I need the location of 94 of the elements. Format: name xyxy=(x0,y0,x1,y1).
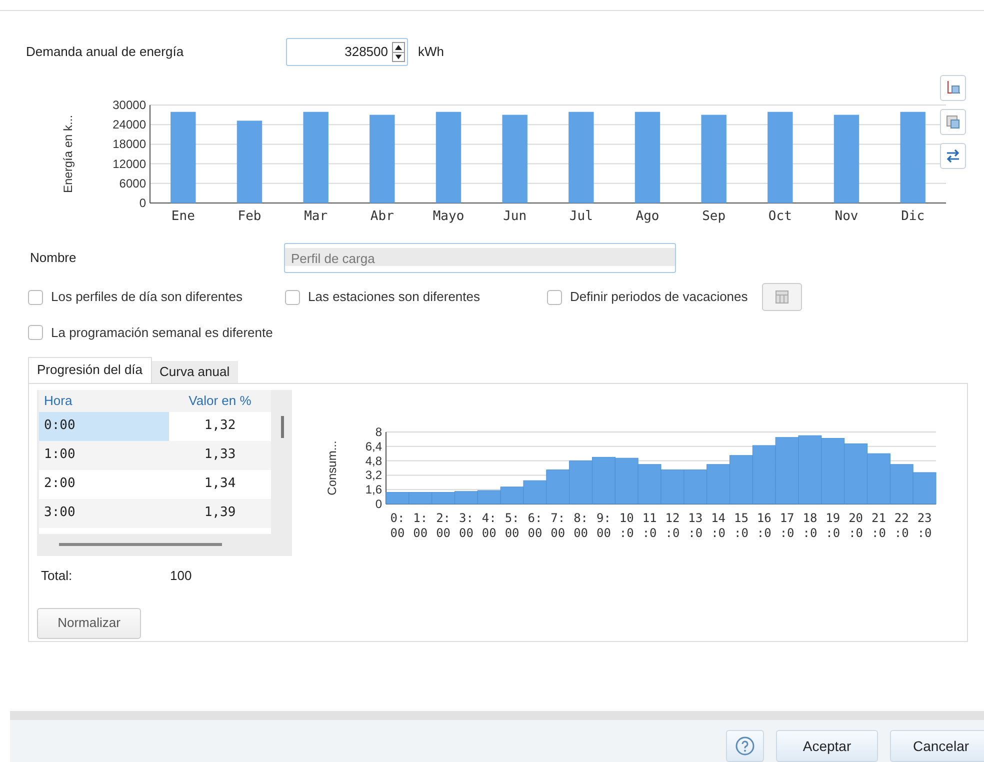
axis-label: Dic xyxy=(901,209,925,224)
axis-label: 9:00 xyxy=(596,510,611,540)
total-value: 100 xyxy=(170,566,192,585)
axis-label: 1:00 xyxy=(413,510,428,540)
tick-label: 8 xyxy=(375,424,382,438)
scrollbar-thumb[interactable] xyxy=(59,543,222,546)
axis-label: Ene xyxy=(171,209,195,224)
table-cell-text: 1,32 xyxy=(203,417,237,436)
help-icon xyxy=(735,736,755,756)
tick-label: 0 xyxy=(139,196,146,210)
tick-label: 6,4 xyxy=(365,438,382,453)
unit-label: kWh xyxy=(418,43,444,62)
dialog-button[interactable]: Aceptar xyxy=(776,730,878,762)
axis-label: Feb xyxy=(238,209,262,224)
swap-icon[interactable] xyxy=(940,143,966,169)
axis-label: Abr xyxy=(370,209,394,224)
axis-title: Consum... xyxy=(325,440,339,495)
axis-label: 17:0 xyxy=(780,510,794,540)
table-icon[interactable] xyxy=(940,109,966,135)
name-field[interactable]: Perfil de carga xyxy=(284,243,676,273)
axis-label: Jun xyxy=(503,209,527,224)
axis-label: 8:00 xyxy=(574,510,588,540)
tab[interactable]: Progresión del día xyxy=(28,356,152,382)
axis-label: 0:00 xyxy=(390,510,405,540)
down-arrow-icon[interactable] xyxy=(393,52,404,61)
tick-label: 6000 xyxy=(119,176,146,190)
table-cell-text: 1,34 xyxy=(203,475,237,494)
axis-label: 6:00 xyxy=(528,510,542,540)
tick-label: 18000 xyxy=(112,137,146,152)
axis-label: Mayo xyxy=(432,209,464,224)
scrollbar-thumb[interactable] xyxy=(281,416,284,438)
field-label: Nombre xyxy=(30,249,78,268)
axis-label: Jul xyxy=(569,209,593,224)
axis-label: Nov xyxy=(834,209,858,224)
tick-label: 30000 xyxy=(112,99,146,112)
normalize-button[interactable]: Normalizar xyxy=(37,608,141,638)
axis-label: 5:00 xyxy=(504,510,520,540)
axis-label: 7:00 xyxy=(550,510,566,540)
axis-label: 11:0 xyxy=(642,510,657,540)
tick-label: 3,2 xyxy=(365,468,382,482)
axis-label: 23:0 xyxy=(917,510,932,540)
tick-label: 1,6 xyxy=(365,482,382,496)
table-row[interactable]: 0:00 1,32 xyxy=(39,412,271,440)
axis-label: Oct xyxy=(768,209,792,224)
axis-label: 10:0 xyxy=(619,510,634,540)
table-cell: 0:00 xyxy=(39,412,169,440)
axis-label: Mar xyxy=(304,209,328,224)
axis-label: 4:00 xyxy=(482,510,496,540)
checkbox[interactable] xyxy=(28,325,43,340)
axis-label: 2:00 xyxy=(436,510,451,540)
table-cell-text: 1,33 xyxy=(203,446,237,464)
dialog-button[interactable]: Cancelar xyxy=(890,730,984,762)
axis-label: 20:0 xyxy=(848,510,864,540)
tick-label: 12000 xyxy=(112,156,146,171)
axis-label: Ago xyxy=(636,209,660,224)
tick-label: 0 xyxy=(375,496,382,510)
axis-label: 16:0 xyxy=(756,510,772,540)
tick-label: 24000 xyxy=(112,118,146,132)
axis-title: Energía en k... xyxy=(61,114,75,194)
calendar-button[interactable] xyxy=(762,283,802,311)
tick-label: 4,8 xyxy=(365,453,382,468)
axis-label: 15:0 xyxy=(734,510,748,540)
up-arrow-icon[interactable] xyxy=(393,43,404,52)
checkbox[interactable] xyxy=(547,290,562,304)
table-cell-text: 2:00 xyxy=(43,475,76,494)
table-cell-text: 1,39 xyxy=(203,504,237,522)
checkbox-label: Las estaciones son diferentes xyxy=(308,288,480,306)
axis-label: 18:0 xyxy=(802,510,818,540)
axis-chart-icon[interactable] xyxy=(940,75,966,101)
checkbox-label: Los perfiles de día son diferentes xyxy=(51,288,243,306)
axis-label: Sep xyxy=(702,209,726,224)
table-cell-text: 1:00 xyxy=(43,446,76,464)
calendar-icon xyxy=(774,290,789,304)
axis-label: 22:0 xyxy=(894,510,909,540)
axis-label: 19:0 xyxy=(826,510,840,540)
help-button[interactable] xyxy=(726,730,764,762)
checkbox[interactable] xyxy=(28,290,43,304)
total-label: Total: xyxy=(40,566,74,585)
number-spinner[interactable]: 328500 xyxy=(286,38,408,66)
table-row[interactable]: 1:00 1,33 xyxy=(39,440,271,470)
column-header[interactable]: Valor en % xyxy=(169,390,271,410)
checkbox-label: Definir periodos de vacaciones xyxy=(570,288,748,306)
table-row[interactable]: 3:00 1,39 xyxy=(39,498,271,528)
tab[interactable]: Curva anual xyxy=(152,360,238,382)
checkbox[interactable] xyxy=(285,290,300,304)
axis-label: 12:0 xyxy=(665,510,680,540)
axis-label: 14:0 xyxy=(711,510,726,540)
axis-label: 21:0 xyxy=(871,510,886,540)
column-header[interactable]: Hora xyxy=(39,390,169,410)
table-cell-text: 3:00 xyxy=(43,504,76,522)
axis-label: 13:0 xyxy=(688,510,703,540)
axis-label: 3:00 xyxy=(458,510,474,540)
field-label: Demanda anual de energía xyxy=(26,43,185,62)
checkbox-label: La programación semanal es diferente xyxy=(51,324,273,342)
